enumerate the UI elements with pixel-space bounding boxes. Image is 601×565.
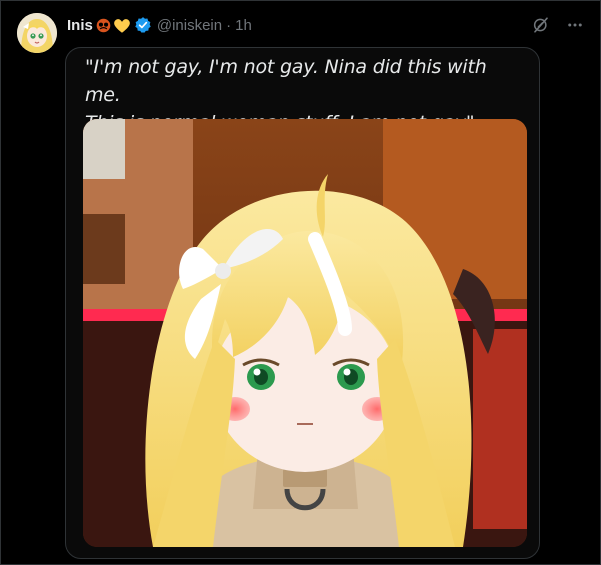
post-header: Inis @iniskein · 1h xyxy=(67,14,584,36)
grok-icon[interactable] xyxy=(532,16,550,34)
name-emojis xyxy=(95,17,131,34)
author-handle[interactable]: @iniskein xyxy=(157,17,222,34)
post-time[interactable]: 1h xyxy=(235,17,252,34)
post-container: Inis @iniskein · 1h "I'm not gay, I'm no… xyxy=(0,0,601,565)
avatar-image xyxy=(17,13,57,53)
author-name[interactable]: Inis xyxy=(67,17,93,34)
more-options-icon[interactable] xyxy=(566,16,584,34)
header-actions xyxy=(532,16,584,34)
verified-badge-icon[interactable] xyxy=(134,16,152,34)
quoted-media-card[interactable]: "I'm not gay, I'm not gay. Nina did this… xyxy=(65,47,540,559)
quote-line-1: "I'm not gay, I'm not gay. Nina did this… xyxy=(85,56,487,106)
anime-character-image xyxy=(83,119,527,547)
separator-dot: · xyxy=(226,16,232,34)
attached-image[interactable] xyxy=(83,119,527,547)
yellow-heart-icon xyxy=(113,18,130,33)
avatar[interactable] xyxy=(17,13,57,53)
pretzel-emoji-icon xyxy=(96,18,111,32)
